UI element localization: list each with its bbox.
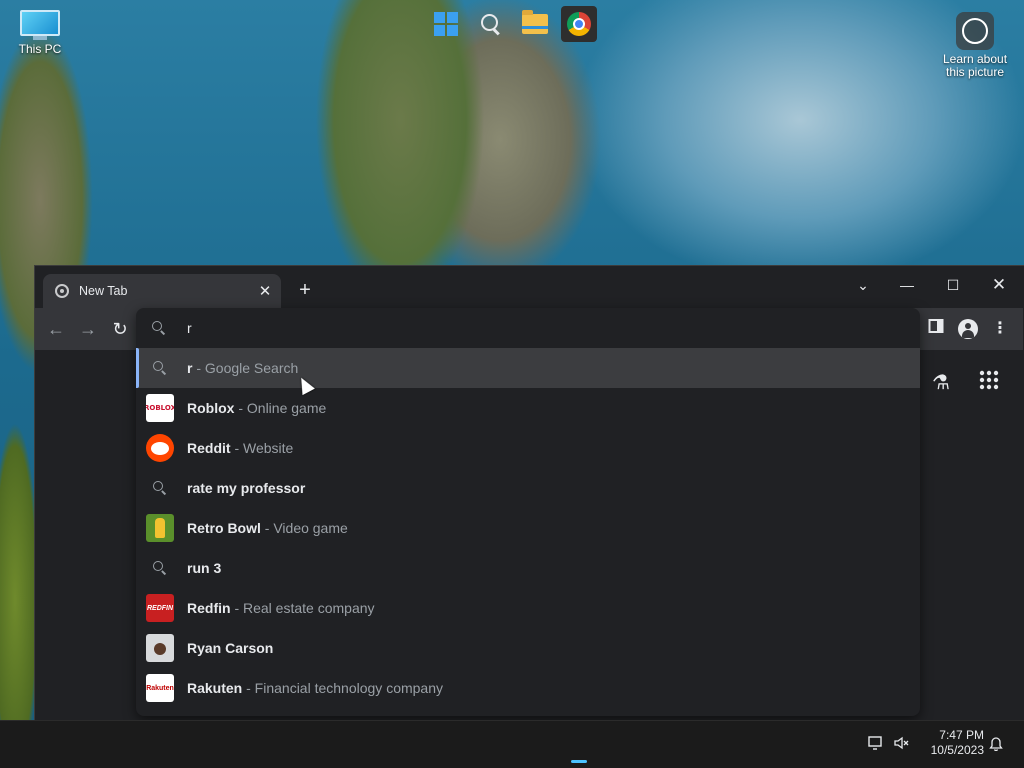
active-app-indicator (571, 760, 587, 763)
desktop-icon-label: Learn about this picture (942, 52, 1008, 79)
back-button[interactable]: ← (45, 318, 67, 340)
suggestion-description: - Website (230, 440, 294, 456)
suggestion-main-text: Reddit (187, 440, 231, 456)
suggestion-retro-bowl[interactable]: Retro Bowl - Video game (136, 508, 920, 548)
new-tab-button[interactable]: + (293, 280, 317, 300)
address-bar[interactable]: r (136, 308, 920, 348)
google-apps-icon[interactable] (976, 370, 1002, 396)
minimize-button[interactable]: — (887, 270, 927, 300)
suggestion-google-search[interactable]: r - Google Search (136, 348, 920, 388)
search-icon (153, 481, 167, 495)
search-icon (152, 321, 166, 335)
maximize-button[interactable]: ☐ (933, 270, 973, 300)
tab-new-tab[interactable]: New Tab ✕ (43, 274, 281, 308)
search-icon (153, 561, 167, 575)
suggestion-main-text: Redfin (187, 600, 231, 616)
bell-icon (989, 737, 1003, 752)
desktop-icon-learn-about-picture[interactable]: Learn about this picture (934, 12, 1016, 79)
suggestion-redfin[interactable]: REDFIN Redfin - Real estate company (136, 588, 920, 628)
ryan-carson-thumbnail (146, 634, 174, 662)
volume-muted-icon[interactable] (892, 736, 912, 753)
network-icon[interactable] (866, 736, 886, 753)
avatar-icon (958, 319, 978, 339)
tab-close-icon[interactable]: ✕ (255, 282, 275, 300)
taskbar-search-button[interactable] (473, 6, 509, 42)
suggestion-main-text: Retro Bowl (187, 520, 261, 536)
close-window-button[interactable]: ✕ (979, 270, 1019, 300)
side-panel-button[interactable] (925, 318, 947, 340)
suggestion-list: r - Google Search ROBLOX Roblox - Online… (136, 348, 920, 708)
suggestion-roblox[interactable]: ROBLOX Roblox - Online game (136, 388, 920, 428)
suggestion-description: - Online game (234, 400, 327, 416)
monitor-icon (20, 10, 60, 40)
clock-time: 7:47 PM (939, 728, 984, 742)
suggestion-description: - Real estate company (230, 600, 375, 616)
chrome-logo-icon (567, 12, 591, 36)
desktop-icon-this-pc[interactable]: This PC (12, 10, 68, 56)
tab-search-button[interactable]: ⌄ (843, 270, 883, 300)
chrome-labs-icon[interactable]: ⚗ (928, 370, 954, 395)
suggestion-main-text: rate my professor (187, 480, 306, 496)
apps-grid-icon (979, 370, 999, 390)
address-input[interactable]: r (187, 320, 192, 336)
omnibox-dropdown: r r - Google Search ROBLOX Roblox - Onli… (136, 308, 920, 716)
camera-badge-icon (956, 12, 994, 50)
suggestion-ryan-carson[interactable]: Ryan Carson (136, 628, 920, 668)
suggestion-main-text: Ryan Carson (187, 640, 274, 656)
taskbar-clock[interactable]: 7:47 PM 10/5/2023 (918, 728, 984, 758)
side-panel-icon (928, 319, 944, 333)
title-bar: New Tab ✕ + ⌄ — ☐ ✕ (35, 266, 1023, 308)
suggestion-run-3[interactable]: run 3 (136, 548, 920, 588)
notification-bell-icon[interactable] (986, 736, 1006, 754)
clock-date: 10/5/2023 (930, 743, 984, 757)
retro-bowl-thumbnail (146, 514, 174, 542)
start-button[interactable] (428, 6, 464, 42)
file-explorer-button[interactable] (517, 6, 553, 42)
desktop-icon-label: This PC (18, 42, 62, 56)
reddit-thumbnail (146, 434, 174, 462)
redfin-thumbnail: REDFIN (146, 594, 174, 622)
windows-logo-icon (434, 12, 458, 36)
rakuten-thumbnail: Rakuten (146, 674, 174, 702)
suggestion-description: - Financial technology company (242, 680, 444, 696)
chrome-favicon-icon (55, 284, 69, 298)
profile-button[interactable] (957, 318, 979, 340)
suggestion-main-text: Roblox (187, 400, 235, 416)
speaker-icon (894, 736, 909, 750)
folder-icon (522, 10, 548, 34)
search-icon (153, 361, 167, 375)
suggestion-main-text: run 3 (187, 560, 222, 576)
forward-button[interactable]: → (77, 318, 99, 340)
chrome-menu-button[interactable]: ⋮ (989, 318, 1011, 340)
reload-button[interactable]: ↻ (109, 318, 131, 340)
search-icon (481, 14, 501, 34)
suggestion-description: - Google Search (192, 360, 299, 376)
network-monitor-icon (868, 736, 882, 750)
suggestion-reddit[interactable]: Reddit - Website (136, 428, 920, 468)
chrome-taskbar-button[interactable] (561, 6, 597, 42)
suggestion-rakuten[interactable]: Rakuten Rakuten - Financial technology c… (136, 668, 920, 708)
suggestion-description: - Video game (260, 520, 348, 536)
suggestion-main-text: Rakuten (187, 680, 243, 696)
suggestion-rate-my-professor[interactable]: rate my professor (136, 468, 920, 508)
tab-title: New Tab (79, 284, 128, 298)
roblox-thumbnail: ROBLOX (146, 394, 174, 422)
